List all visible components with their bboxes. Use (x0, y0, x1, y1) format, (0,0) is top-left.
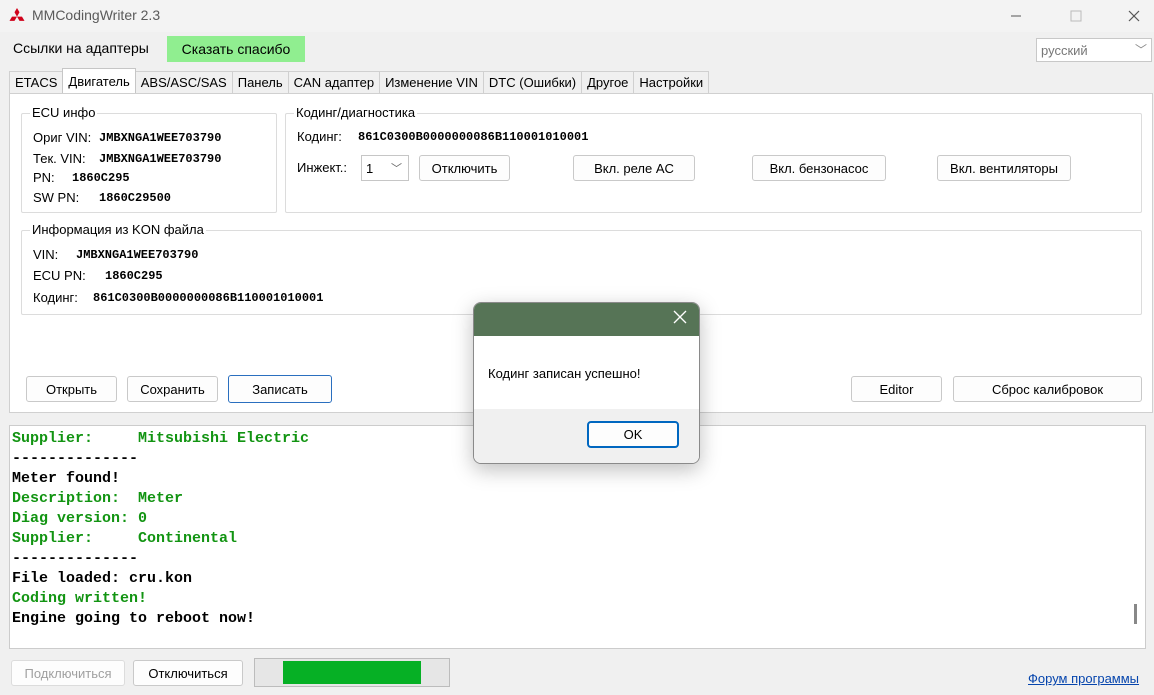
fans-button[interactable]: Вкл. вентиляторы (937, 155, 1071, 181)
close-window-button[interactable] (1111, 0, 1154, 32)
title-bar (0, 0, 1154, 32)
log-line: Description: Meter (12, 490, 184, 507)
minimize-icon (1011, 15, 1021, 17)
kon-info-title: Информация из KON файла (30, 222, 206, 237)
adapters-link[interactable]: Ссылки на адаптеры (13, 40, 149, 56)
progress-bar (254, 658, 450, 687)
ac-relay-button[interactable]: Вкл. реле AC (573, 155, 695, 181)
orig-vin-value: JMBXNGA1WEE703790 (99, 131, 222, 145)
log-line: Supplier: Mitsubishi Electric (12, 430, 310, 447)
language-select[interactable]: русский ﹀ (1036, 38, 1152, 62)
tab-etacs[interactable]: ETACS (9, 71, 64, 93)
log-line: Diag version: 0 (12, 510, 148, 527)
dialog-close-button[interactable] (673, 308, 687, 329)
close-icon (1128, 10, 1140, 22)
forum-link[interactable]: Форум программы (1028, 671, 1139, 686)
reset-calibrations-button[interactable]: Сброс калибровок (953, 376, 1142, 402)
console-scrollbar[interactable] (1134, 604, 1137, 624)
cur-vin-label: Тек. VIN: (33, 151, 86, 166)
log-line: Engine going to reboot now! (12, 610, 256, 627)
kon-ecupn-label: ECU PN: (33, 268, 86, 283)
dialog-message: Кодинг записан успешно! (488, 366, 641, 381)
minimize-button[interactable] (993, 0, 1039, 32)
coding-label: Кодинг: (297, 129, 342, 144)
injector-label: Инжект.: (297, 160, 348, 175)
coding-value: 861C0300B0000000086B110001010001 (358, 130, 589, 144)
maximize-button[interactable] (1053, 0, 1099, 32)
kon-vin-label: VIN: (33, 247, 59, 262)
tab-bar: ETACS Двигатель ABS/ASC/SAS Панель CAN а… (9, 68, 710, 93)
pn-label: PN: (33, 170, 55, 185)
kon-coding-value: 861C0300B0000000086B110001010001 (93, 291, 324, 305)
tab-can-adapter[interactable]: CAN адаптер (287, 71, 381, 93)
swpn-value: 1860C29500 (99, 191, 172, 205)
log-line: Supplier: Continental (12, 530, 238, 547)
chevron-down-icon: ﹀ (1134, 43, 1147, 57)
save-button[interactable]: Сохранить (127, 376, 218, 402)
tab-change-vin[interactable]: Изменение VIN (379, 71, 484, 93)
chevron-down-icon: ﹀ (391, 163, 402, 175)
orig-vin-label: Ориг VIN: (33, 130, 92, 145)
mitsubishi-logo-icon (9, 8, 25, 21)
disable-injector-button[interactable]: Отключить (419, 155, 510, 181)
tab-settings[interactable]: Настройки (633, 71, 710, 93)
editor-button[interactable]: Editor (851, 376, 942, 402)
open-button[interactable]: Открыть (26, 376, 117, 402)
close-icon (673, 310, 687, 324)
window-title: MMCodingWriter 2.3 (32, 7, 161, 23)
log-line: -------------- (12, 450, 139, 467)
tab-panel[interactable]: Панель (231, 71, 289, 93)
injector-select[interactable]: 1 ﹀ (361, 155, 409, 181)
maximize-icon (1070, 10, 1082, 22)
coding-title: Кодинг/диагностика (294, 105, 418, 120)
log-line: Coding written! (12, 590, 148, 607)
kon-vin-value: JMBXNGA1WEE703790 (76, 248, 199, 262)
kon-coding-label: Кодинг: (33, 290, 78, 305)
swpn-label: SW PN: (33, 190, 80, 205)
tab-dtc[interactable]: DTC (Ошибки) (482, 71, 583, 93)
fuel-pump-button[interactable]: Вкл. бензонасос (752, 155, 886, 181)
language-value: русский (1041, 43, 1088, 58)
dialog-header (474, 303, 699, 336)
ok-button[interactable]: OK (587, 421, 679, 448)
injector-value: 1 (366, 161, 374, 176)
success-dialog: Кодинг записан успешно! OK (473, 302, 700, 464)
tab-abs[interactable]: ABS/ASC/SAS (134, 71, 233, 93)
ecu-info-title: ECU инфо (30, 105, 98, 120)
log-line: File loaded: cru.kon (12, 570, 193, 587)
connect-button[interactable]: Подключиться (11, 660, 125, 686)
pn-value: 1860C295 (72, 171, 130, 185)
log-line: -------------- (12, 550, 139, 567)
thanks-button[interactable]: Сказать спасибо (167, 36, 305, 62)
tab-other[interactable]: Другое (581, 71, 635, 93)
disconnect-button[interactable]: Отключиться (133, 660, 243, 686)
cur-vin-value: JMBXNGA1WEE703790 (99, 152, 222, 166)
kon-ecupn-value: 1860C295 (105, 269, 163, 283)
write-button[interactable]: Записать (228, 375, 332, 403)
progress-fill (283, 661, 421, 684)
log-line: Meter found! (12, 470, 121, 487)
tab-engine[interactable]: Двигатель (62, 68, 136, 93)
